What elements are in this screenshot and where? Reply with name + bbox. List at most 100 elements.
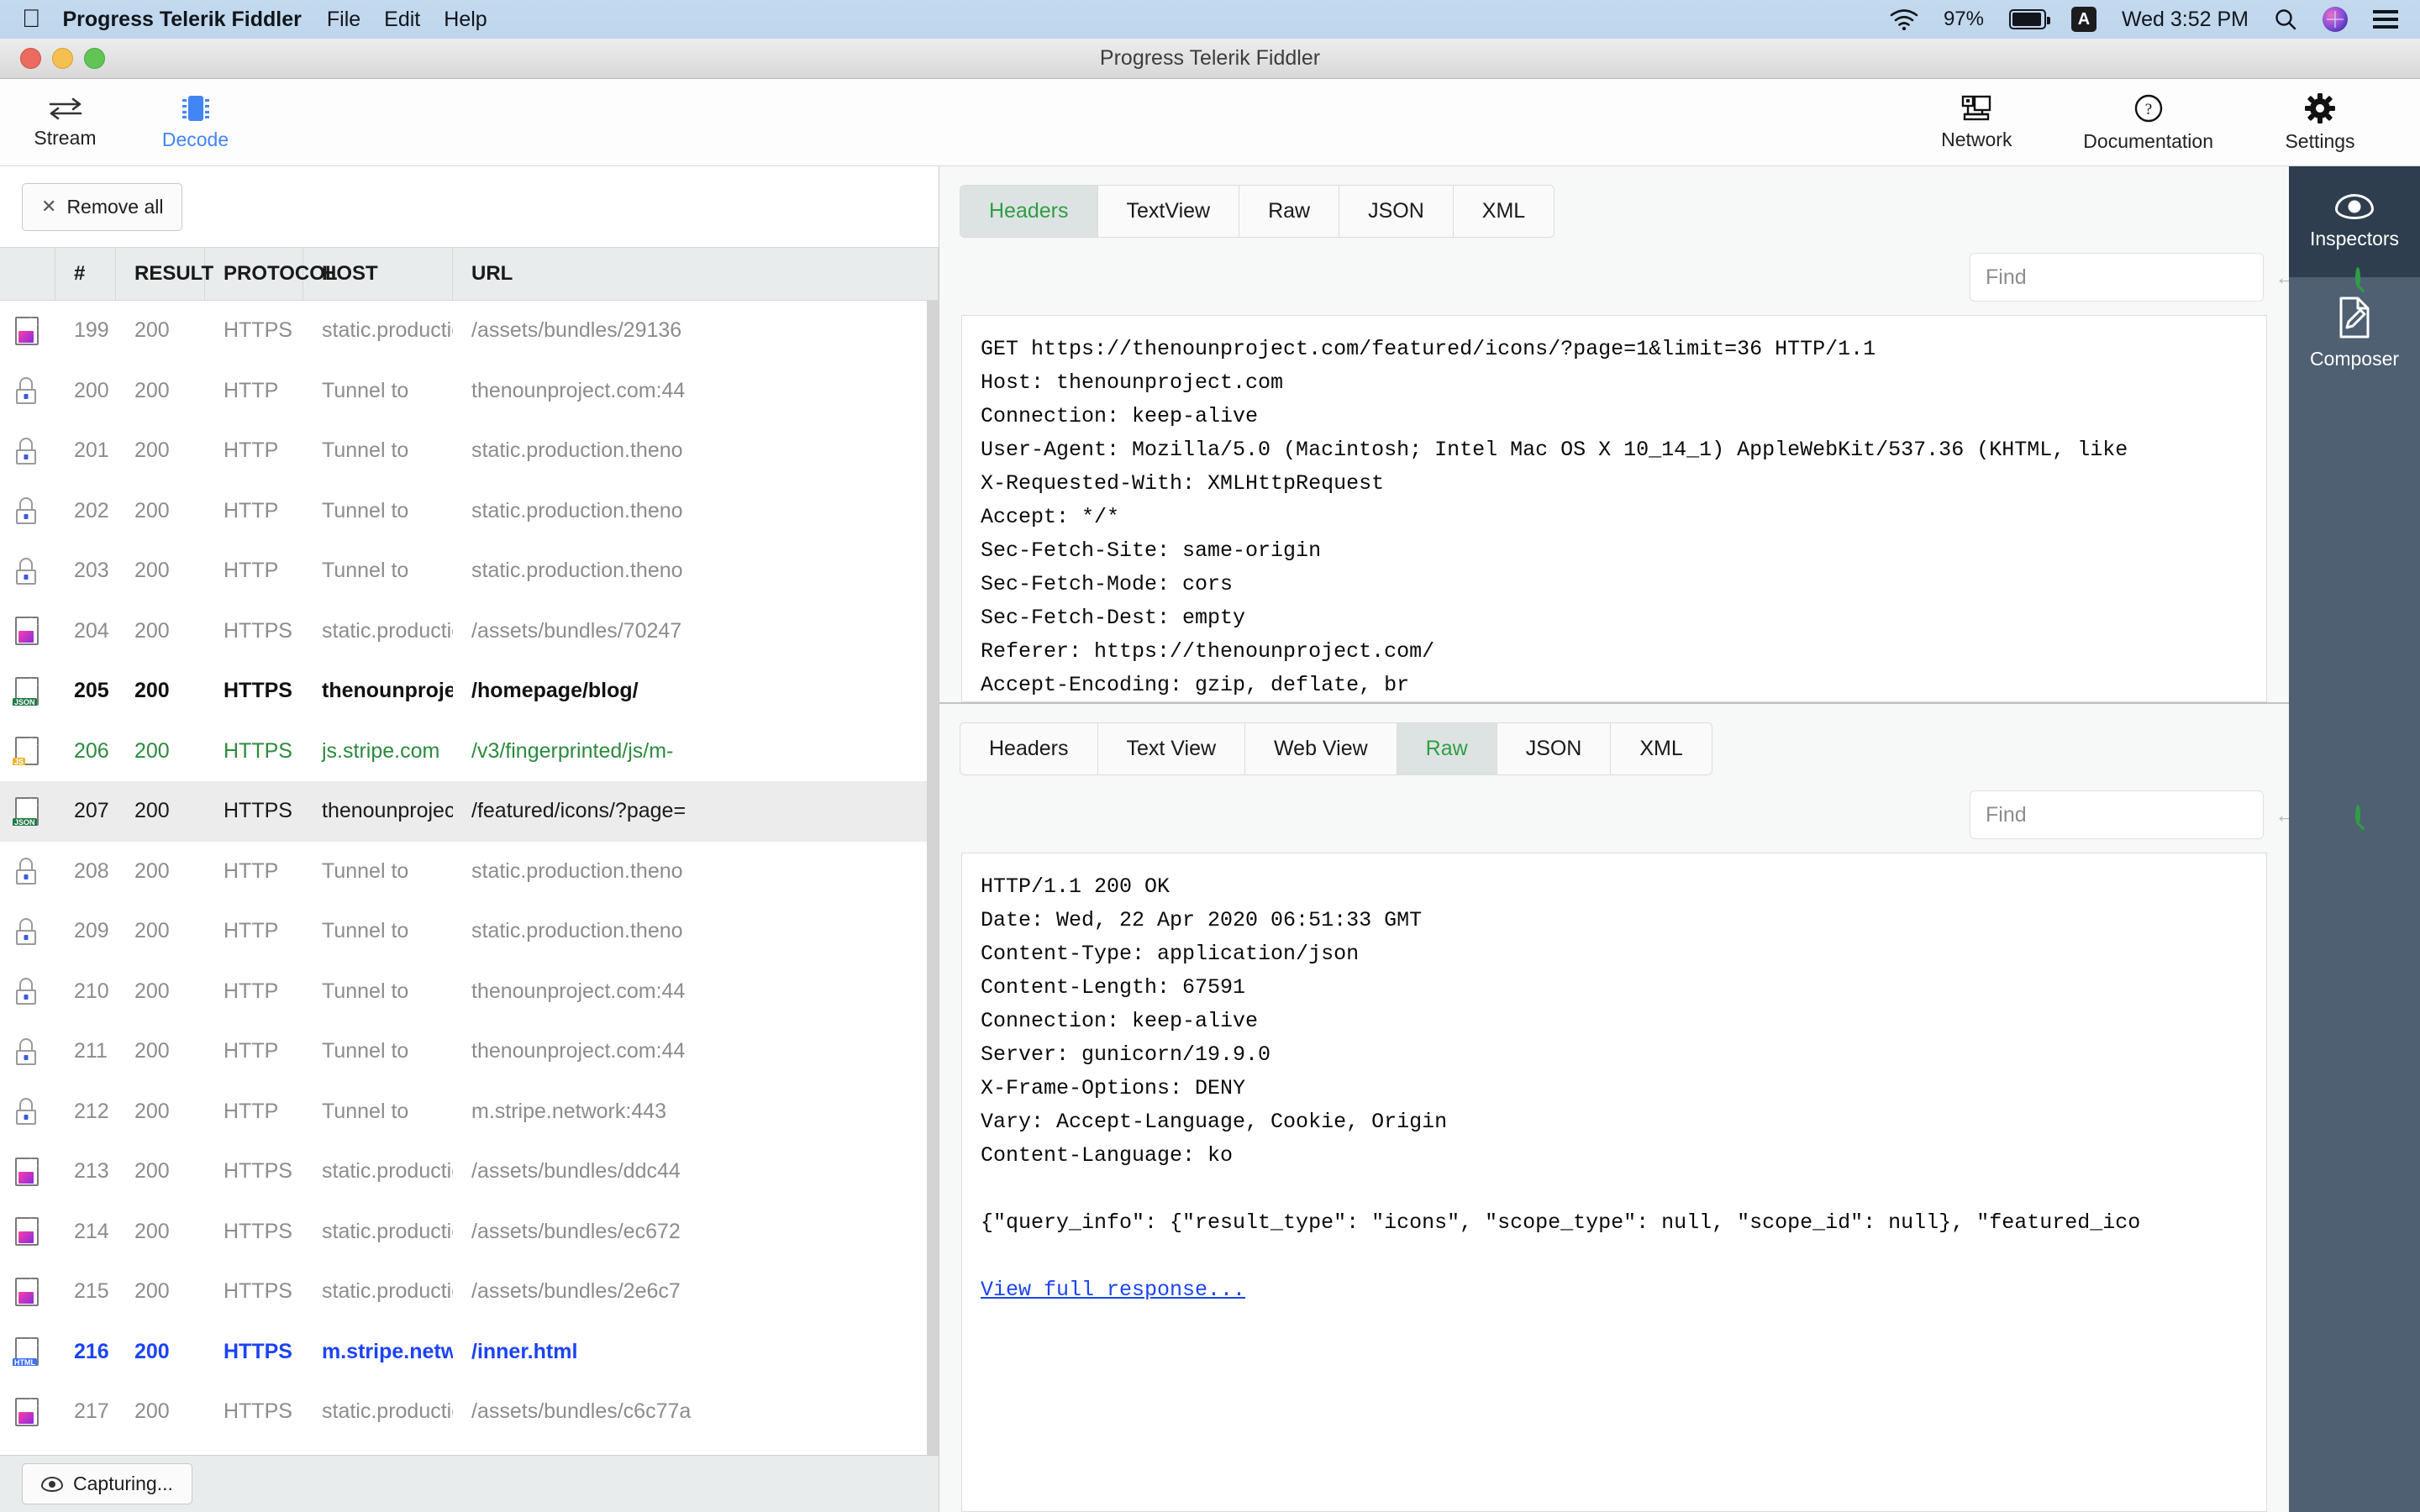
table-row[interactable]: 210 200 HTTP Tunnel to thenounproject.com:44: [0, 962, 939, 1022]
wifi-icon[interactable]: [1890, 8, 1918, 30]
request-find-input[interactable]: [1986, 265, 2256, 290]
ribbon-label-settings: Settings: [2285, 129, 2355, 152]
row-protocol: HTTPS: [224, 738, 292, 763]
table-row[interactable]: 201 200 HTTP Tunnel to static.production.the…: [0, 421, 939, 481]
table-row[interactable]: 214 200 HTTPS static.production.... /assets/…: [0, 1202, 939, 1263]
rail-item-inspectors[interactable]: Inspectors: [2289, 166, 2420, 277]
response-tab-xml[interactable]: XML: [1611, 723, 1712, 774]
json-file-icon: JSON: [13, 676, 39, 706]
request-tab-headers[interactable]: Headers: [960, 186, 1098, 237]
close-x-icon: ✕: [41, 196, 57, 217]
json-file-icon: JSON: [13, 796, 39, 826]
row-host: m.stripe.network: [322, 1339, 453, 1363]
table-row[interactable]: JSON 205 200 HTTPS thenounproject.c... /homep…: [0, 661, 939, 722]
ribbon-button-stream[interactable]: Stream: [0, 96, 130, 150]
rail-item-composer[interactable]: Composer: [2289, 277, 2420, 388]
ribbon-button-network[interactable]: Network: [1913, 94, 2039, 151]
request-tab-xml[interactable]: XML: [1453, 186, 1555, 237]
menu-app-name[interactable]: Progress Telerik Fiddler: [63, 8, 302, 32]
row-url: /assets/bundles/29136: [471, 318, 682, 343]
decode-chip-icon: [179, 94, 213, 123]
table-row[interactable]: 209 200 HTTP Tunnel to static.production.the…: [0, 901, 939, 962]
row-number: 200: [74, 378, 109, 402]
request-tab-raw[interactable]: Raw: [1239, 186, 1340, 237]
response-tabstrip: Headers Text View Web View Raw JSON XML: [960, 722, 1712, 775]
table-row[interactable]: 204 200 HTTPS static.production.... /assets/…: [0, 601, 939, 662]
table-row[interactable]: 203 200 HTTP Tunnel to static.production.the…: [0, 541, 939, 601]
capturing-status-button[interactable]: Capturing...: [22, 1463, 192, 1504]
row-host: Tunnel to: [322, 498, 409, 522]
ribbon-button-documentation[interactable]: ? Documentation: [2083, 92, 2213, 153]
table-row[interactable]: JS 206 200 HTTPS js.stripe.com/v3/fingerprin…: [0, 722, 939, 782]
table-row[interactable]: 208 200 HTTP Tunnel to static.production.the…: [0, 842, 939, 902]
inspector-panels: Headers TextView Raw JSON XML ← →: [939, 166, 2360, 1512]
column-header-protocol[interactable]: PROTOCOL: [205, 248, 338, 300]
response-find-input[interactable]: [1986, 802, 2256, 827]
row-protocol: HTTP: [224, 1099, 279, 1123]
response-tab-headers[interactable]: Headers: [960, 723, 1098, 774]
row-host: Tunnel to: [322, 559, 409, 583]
response-find-box[interactable]: ← →: [1970, 790, 2360, 839]
table-row[interactable]: 199 200 HTTPS static.production.... /assets/…: [0, 301, 939, 361]
row-result: 200: [134, 738, 170, 763]
row-type-icon: [0, 858, 55, 885]
menu-clock[interactable]: Wed 3:52 PM: [2122, 8, 2249, 32]
request-headers-content[interactable]: GET https://thenounproject.com/featured/…: [961, 315, 2267, 702]
remove-all-button[interactable]: ✕ Remove all: [22, 182, 183, 231]
row-protocol: HTTP: [224, 858, 279, 883]
row-number: 206: [74, 738, 109, 763]
response-tab-webview[interactable]: Web View: [1245, 723, 1397, 774]
menu-item-edit[interactable]: Edit: [384, 8, 420, 32]
row-type-icon: [0, 1037, 55, 1065]
column-header-url[interactable]: URL: [453, 248, 939, 300]
row-host: Tunnel to: [322, 378, 409, 402]
image-file-icon: [15, 1217, 39, 1247]
magnifier-icon[interactable]: [2355, 267, 2360, 287]
menu-item-file[interactable]: File: [327, 8, 360, 32]
lock-icon: [15, 377, 37, 405]
request-tab-json[interactable]: JSON: [1339, 186, 1454, 237]
table-row[interactable]: JSON 207 200 HTTPS thenounproject.c... /featu…: [0, 781, 939, 842]
menu-item-help[interactable]: Help: [444, 8, 487, 32]
battery-icon[interactable]: [2008, 9, 2050, 29]
table-row[interactable]: 215 200 HTTPS static.production.... /assets/…: [0, 1262, 939, 1322]
column-header-result[interactable]: RESULT: [116, 248, 213, 300]
ribbon-button-settings[interactable]: Settings: [2257, 92, 2383, 153]
request-find-box[interactable]: ← →: [1970, 253, 2360, 302]
response-raw-content[interactable]: HTTP/1.1 200 OK Date: Wed, 22 Apr 2020 0…: [961, 853, 2267, 1512]
response-tab-raw[interactable]: Raw: [1397, 723, 1497, 774]
input-source-badge[interactable]: A: [2070, 7, 2096, 32]
magnifier-icon[interactable]: [2355, 805, 2360, 825]
table-row[interactable]: 200 200 HTTP Tunnel to thenounproject.com:44: [0, 361, 939, 422]
request-tab-textview[interactable]: TextView: [1097, 186, 1240, 237]
search-icon[interactable]: [2274, 8, 2297, 31]
table-row[interactable]: 212 200 HTTP Tunnel to m.stripe.network:443: [0, 1082, 939, 1142]
right-rail: Inspectors Composer: [2289, 166, 2420, 1512]
table-row[interactable]: 202 200 HTTP Tunnel to static.production.the…: [0, 481, 939, 542]
ribbon-button-decode[interactable]: Decode: [130, 94, 260, 151]
column-header-number[interactable]: #: [55, 248, 116, 300]
table-row[interactable]: 217 200 HTTPS static.production.... /assets/…: [0, 1382, 939, 1442]
row-number: 210: [74, 979, 109, 1003]
control-center-list-icon[interactable]: [2373, 10, 2398, 29]
row-result: 200: [134, 1039, 170, 1063]
rail-label-inspectors: Inspectors: [2309, 227, 2400, 249]
row-protocol: HTTPS: [224, 618, 292, 643]
response-tab-textview[interactable]: Text View: [1097, 723, 1246, 774]
row-url: static.production.theno: [471, 858, 683, 883]
table-row[interactable]: HTML 216 200 HTTPS m.stripe.network/inner.ht…: [0, 1322, 939, 1383]
apple-logo-icon[interactable]: : [22, 7, 41, 32]
response-tab-json[interactable]: JSON: [1497, 723, 1612, 774]
table-row[interactable]: 213 200 HTTPS static.production.... /assets/…: [0, 1142, 939, 1202]
row-number: 208: [74, 858, 109, 883]
response-find-row: ← →: [939, 775, 2360, 848]
view-full-response-link[interactable]: View full response...: [981, 1278, 1245, 1302]
row-type-icon: [0, 617, 55, 646]
sessions-vertical-scrollbar[interactable]: [927, 301, 939, 1455]
siri-icon[interactable]: [2323, 7, 2348, 32]
row-type-icon: [0, 377, 55, 405]
sessions-grid-body[interactable]: 199 200 HTTPS static.production.... /assets/…: [0, 301, 939, 1455]
column-header-host[interactable]: HOST: [303, 248, 453, 300]
table-row[interactable]: 211 200 HTTP Tunnel to thenounproject.com:44: [0, 1021, 939, 1082]
sessions-toolbar: ✕ Remove all: [0, 166, 939, 247]
